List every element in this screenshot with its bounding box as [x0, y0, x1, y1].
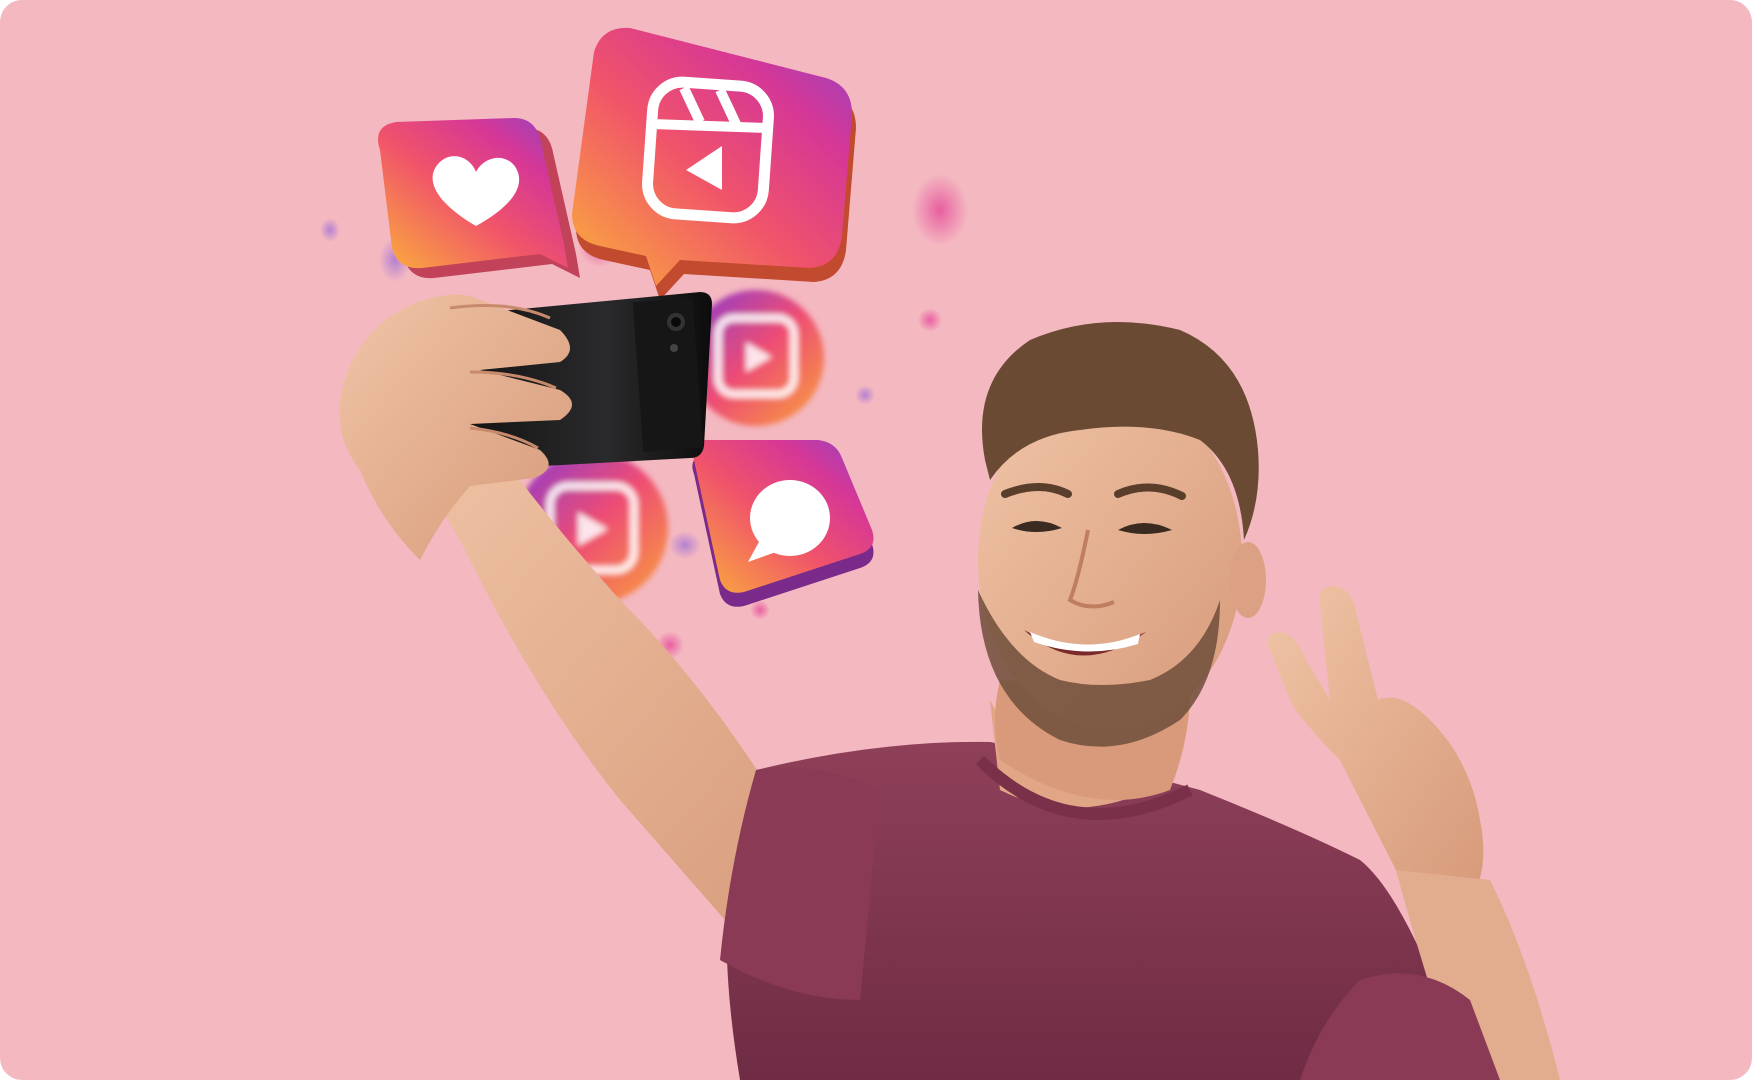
selfie-scene — [0, 0, 1752, 1080]
hero-image-card — [0, 0, 1752, 1080]
